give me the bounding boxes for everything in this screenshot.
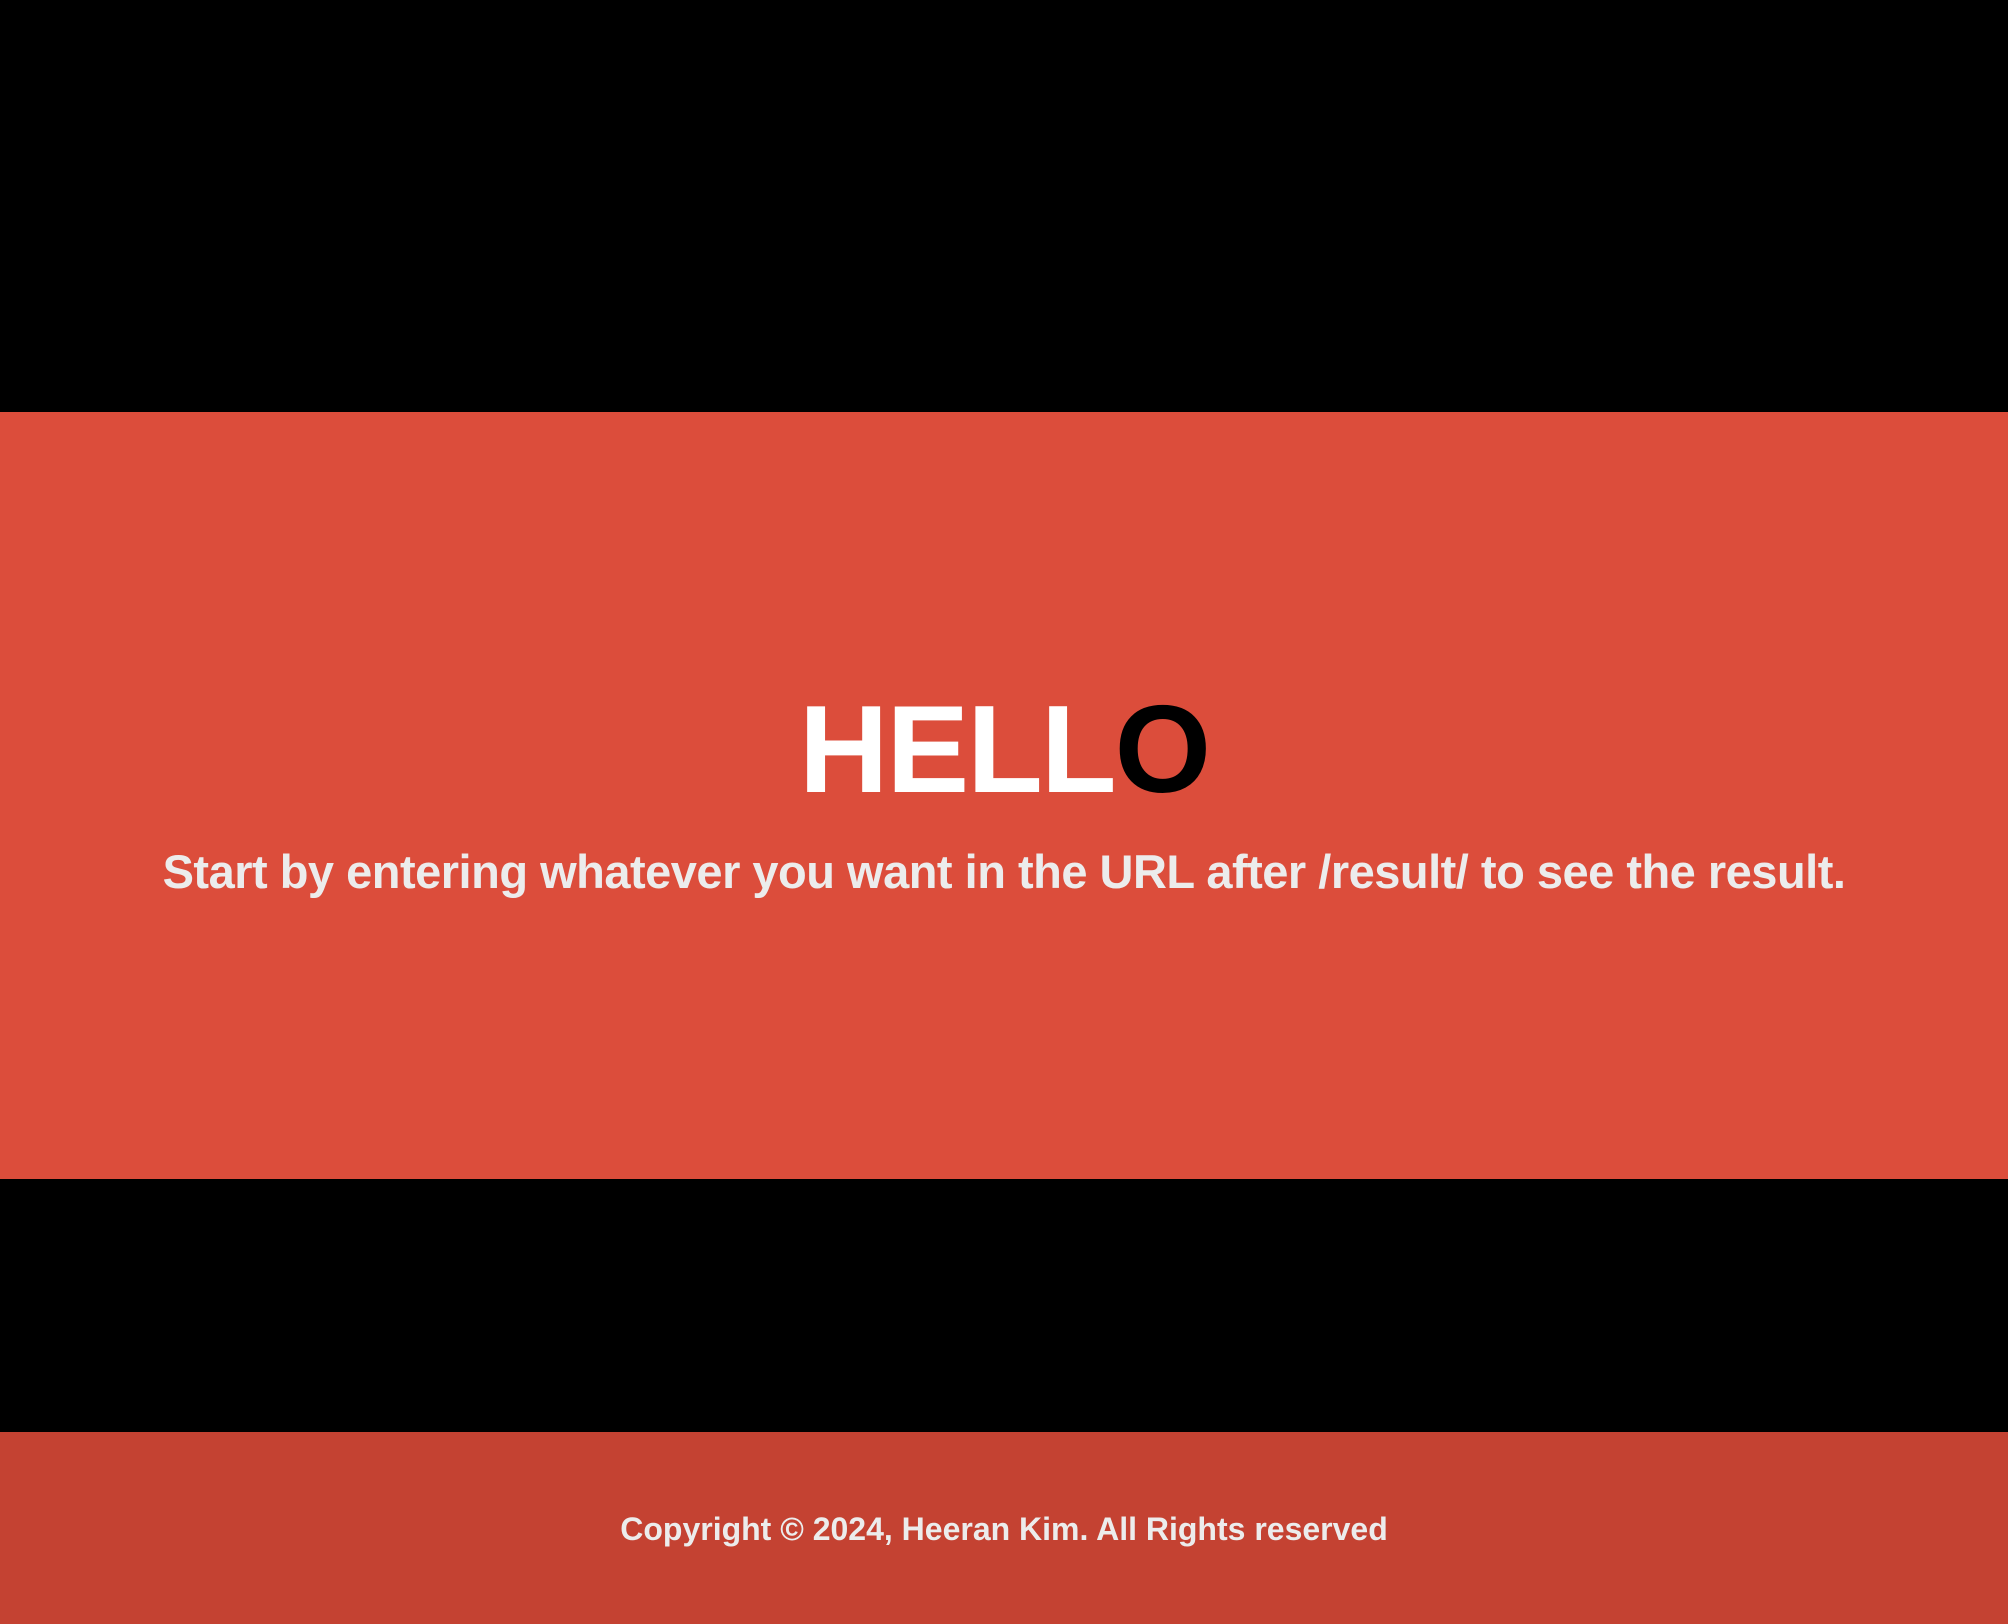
page-title: HELLO [0,680,2008,820]
page: HELLO Start by entering whatever you wan… [0,0,2008,1624]
copyright-text: Copyright © 2024, Heeran Kim. All Rights… [620,1511,1388,1547]
title-light-part: HELL [798,681,1117,819]
instruction-text: Start by entering whatever you want in t… [162,845,1846,898]
title-dark-part: O [1114,681,1211,819]
